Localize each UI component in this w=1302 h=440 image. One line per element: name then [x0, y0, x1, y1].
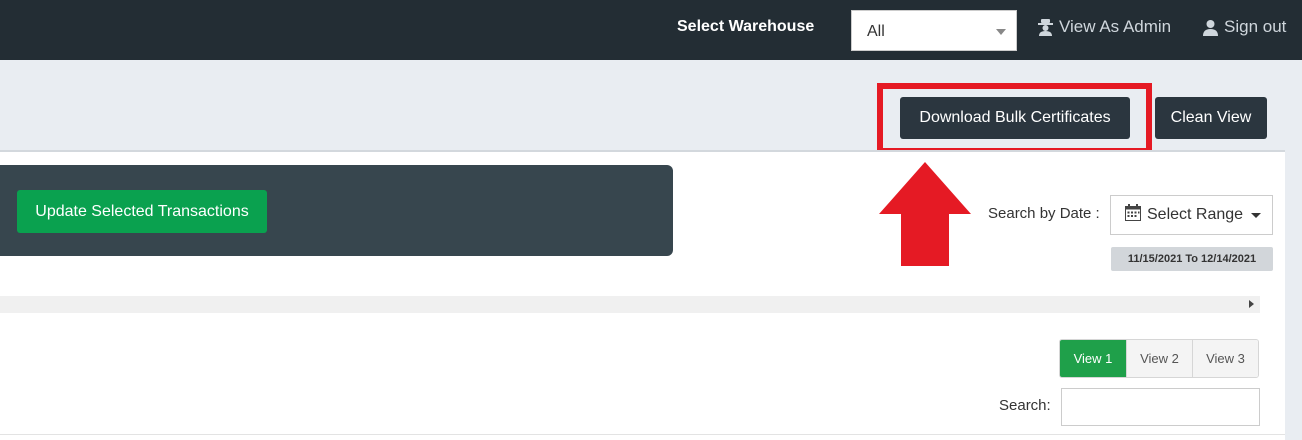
select-range-label: Select Range [1147, 206, 1244, 223]
warehouse-select-value: All [867, 23, 885, 40]
sign-out-link[interactable]: Sign out [1203, 17, 1286, 37]
view-1-button[interactable]: View 1 [1060, 340, 1126, 377]
search-label: Search: [999, 397, 1051, 414]
sign-out-label: Sign out [1224, 17, 1287, 36]
arrow-up-annotation-icon [878, 162, 972, 271]
user-icon [1203, 19, 1218, 36]
user-secret-icon [1038, 18, 1053, 36]
chevron-down-icon [996, 29, 1006, 35]
caret-down-icon [1251, 212, 1262, 218]
date-range-badge: 11/15/2021 To 12/14/2021 [1111, 247, 1273, 271]
view-as-admin-label: View As Admin [1059, 17, 1172, 36]
view-toggle-group: View 1 View 2 View 3 [1059, 339, 1259, 378]
select-range-button[interactable]: Select Range [1110, 195, 1273, 235]
view-2-button[interactable]: View 2 [1126, 340, 1192, 377]
horizontal-scrollbar[interactable] [0, 296, 1260, 313]
view-as-admin-link[interactable]: View As Admin [1038, 17, 1171, 37]
scroll-right-arrow-icon[interactable] [1249, 300, 1254, 308]
warehouse-label: Select Warehouse [677, 18, 815, 35]
clean-view-button[interactable]: Clean View [1155, 97, 1267, 139]
top-navbar: Select Warehouse All View As Admin Sign … [0, 0, 1302, 60]
view-3-button[interactable]: View 3 [1192, 340, 1258, 377]
search-input[interactable] [1061, 388, 1260, 426]
search-by-date-label: Search by Date : [988, 205, 1100, 222]
calendar-icon [1125, 204, 1141, 226]
highlight-annotation-box [877, 83, 1152, 154]
update-selected-transactions-button[interactable]: Update Selected Transactions [17, 190, 267, 233]
table-top-border [0, 434, 1285, 435]
warehouse-select[interactable]: All [851, 10, 1017, 51]
